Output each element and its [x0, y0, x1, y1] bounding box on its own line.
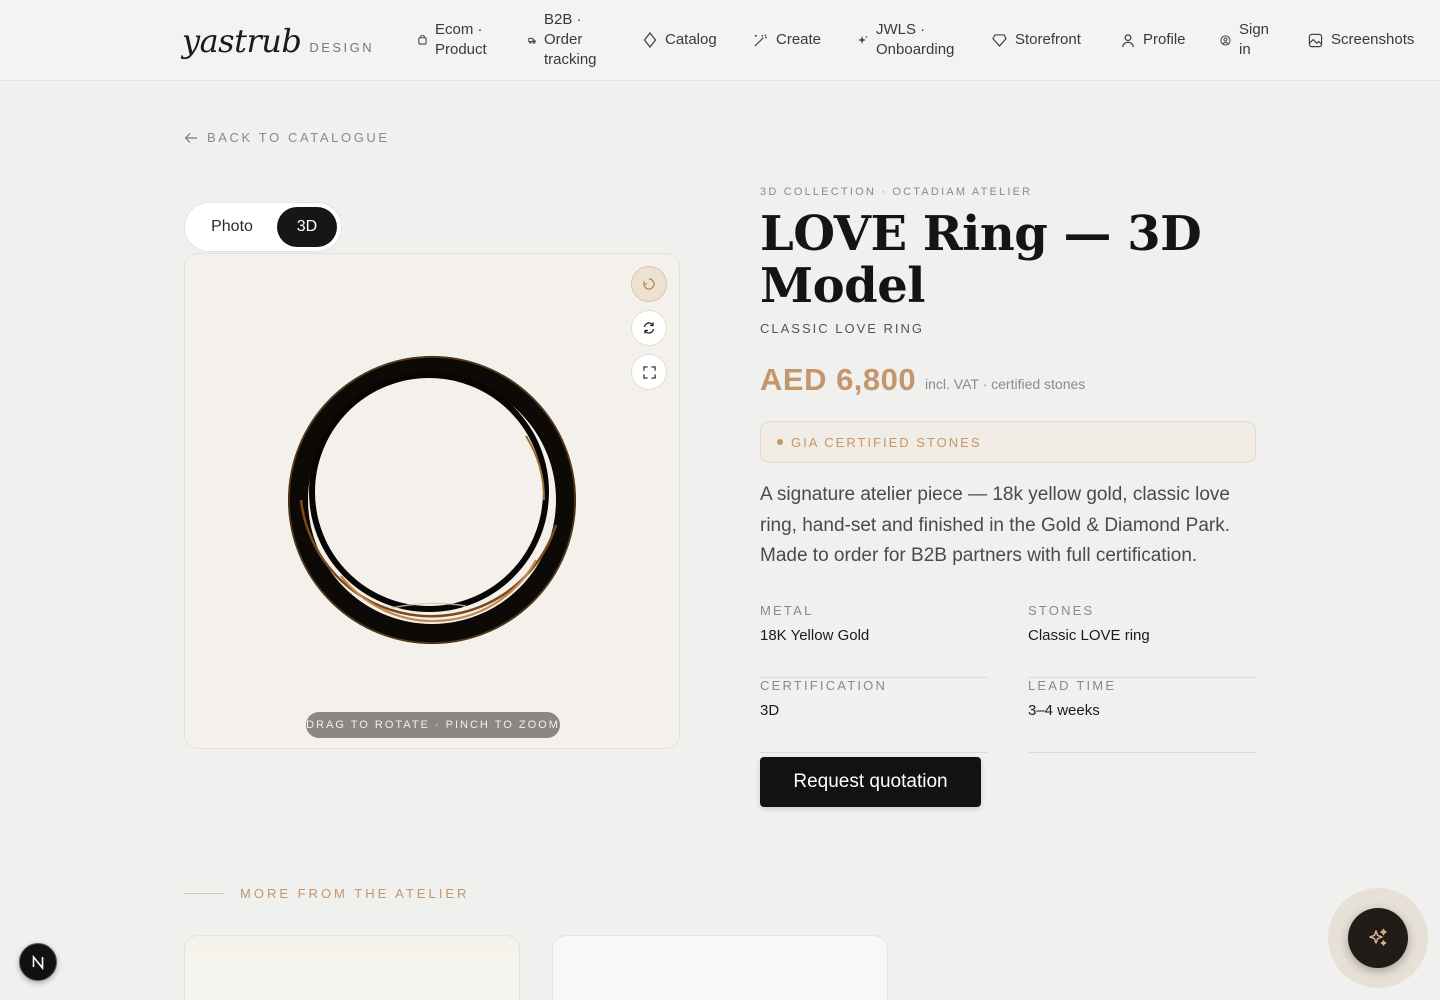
nav-create[interactable]: Create — [753, 0, 821, 80]
product-card[interactable] — [552, 935, 888, 1000]
product-card[interactable] — [184, 935, 520, 1000]
reset-view-button[interactable] — [631, 310, 667, 346]
logo-subtitle: DESIGN — [309, 40, 375, 55]
ring-model[interactable] — [281, 350, 581, 650]
3d-model-viewer[interactable]: DRAG TO ROTATE · PINCH TO ZOOM — [184, 253, 680, 749]
spec-metal: METAL 18K Yellow Gold — [760, 603, 988, 678]
spec-stones: STONES Classic LOVE ring — [1028, 603, 1256, 678]
nav-jwls-onboarding[interactable]: JWLS · Onboarding — [858, 0, 958, 80]
nav-label: Storefront — [1015, 31, 1081, 48]
product-description: A signature atelier piece — 18k yellow g… — [760, 484, 1230, 566]
more-section-heading: MORE FROM THE ATELIER — [184, 886, 469, 901]
arrow-left-icon — [184, 132, 197, 143]
spec-value: Classic LOVE ring — [1028, 627, 1150, 644]
auto-rotate-button[interactable] — [631, 266, 667, 302]
user-icon — [1122, 33, 1134, 47]
fullscreen-button[interactable] — [631, 354, 667, 390]
toggle-3d-button[interactable]: 3D — [277, 207, 337, 247]
nav-storefront[interactable]: Storefront — [992, 0, 1081, 80]
top-nav: yastrub DESIGN Ecom · Product B2B · Orde… — [0, 0, 1440, 81]
nav-b2b-order-tracking[interactable]: B2B · Order tracking — [528, 0, 608, 80]
toggle-photo-button[interactable]: Photo — [193, 207, 271, 247]
nav-label: Catalog — [665, 31, 717, 48]
nav-label: JWLS · Onboarding — [876, 21, 955, 58]
spec-lead-time: LEAD TIME 3–4 weeks — [1028, 678, 1256, 753]
spec-label: CERTIFICATION — [760, 678, 888, 693]
sparkle-icon — [858, 36, 868, 44]
gem-icon — [992, 33, 1007, 47]
spec-value: 3–4 weeks — [1028, 702, 1100, 719]
viewer-hint: DRAG TO ROTATE · PINCH TO ZOOM — [306, 712, 560, 738]
refresh-icon — [643, 322, 655, 334]
nav-label: Create — [776, 31, 822, 48]
diamond-icon — [643, 32, 657, 48]
brand-logo[interactable]: yastrub DESIGN — [182, 22, 374, 60]
nav-catalog[interactable]: Catalog — [643, 0, 717, 80]
badge-label: GIA CERTIFIED STONES — [791, 434, 982, 450]
nav-label: Ecom · Product — [435, 21, 487, 58]
product-price: AED 6,800 — [760, 362, 917, 397]
nextjs-dev-badge[interactable] — [19, 943, 57, 981]
sparkles-icon — [1369, 928, 1387, 946]
back-link-label: BACK TO CATALOGUE — [207, 130, 390, 145]
n-logo-icon — [32, 954, 44, 970]
product-title: LOVE Ring — 3D Model — [760, 206, 1202, 314]
nav-profile[interactable]: Profile — [1121, 0, 1186, 80]
certification-badge: GIA CERTIFIED STONES — [760, 421, 1256, 463]
spec-label: LEAD TIME — [1028, 678, 1117, 693]
bag-icon — [418, 35, 427, 45]
request-quotation-button[interactable]: Request quotation — [760, 757, 981, 807]
magic-wand-icon — [754, 33, 768, 47]
divider-line — [184, 893, 224, 894]
nav-screenshots[interactable]: Screenshots — [1308, 0, 1414, 80]
expand-icon — [642, 365, 656, 379]
spec-certification: CERTIFICATION 3D — [760, 678, 988, 753]
user-circle-icon — [1220, 34, 1231, 46]
nav-label: Profile — [1143, 31, 1186, 48]
nav-label: Sign in — [1239, 21, 1270, 58]
truck-icon — [528, 37, 536, 44]
nav-ecom-product[interactable]: Ecom · Product — [418, 0, 498, 80]
logo-wordmark: yastrub — [182, 22, 302, 60]
badge-dot-icon — [777, 439, 783, 445]
nav-sign-in[interactable]: Sign in — [1220, 0, 1280, 80]
more-heading-label: MORE FROM THE ATELIER — [240, 886, 470, 901]
view-mode-toggle: Photo 3D — [184, 202, 342, 252]
image-icon — [1308, 33, 1323, 47]
ai-assistant-button[interactable] — [1348, 908, 1408, 968]
spec-value: 18K Yellow Gold — [760, 627, 870, 644]
spec-label: STONES — [1028, 603, 1095, 618]
spec-label: METAL — [760, 603, 814, 618]
spec-value: 3D — [760, 702, 780, 719]
back-to-catalogue-link[interactable]: BACK TO CATALOGUE — [184, 130, 390, 145]
nav-label: B2B · Order tracking — [544, 11, 597, 68]
product-subtitle: CLASSIC LOVE RING — [760, 321, 925, 336]
price-note: incl. VAT · certified stones — [925, 376, 1086, 392]
nav-label: Screenshots — [1331, 31, 1415, 48]
collection-eyebrow: 3D COLLECTION · OCTADIAM ATELIER — [760, 186, 1033, 198]
loading-spinner-icon — [643, 278, 655, 290]
